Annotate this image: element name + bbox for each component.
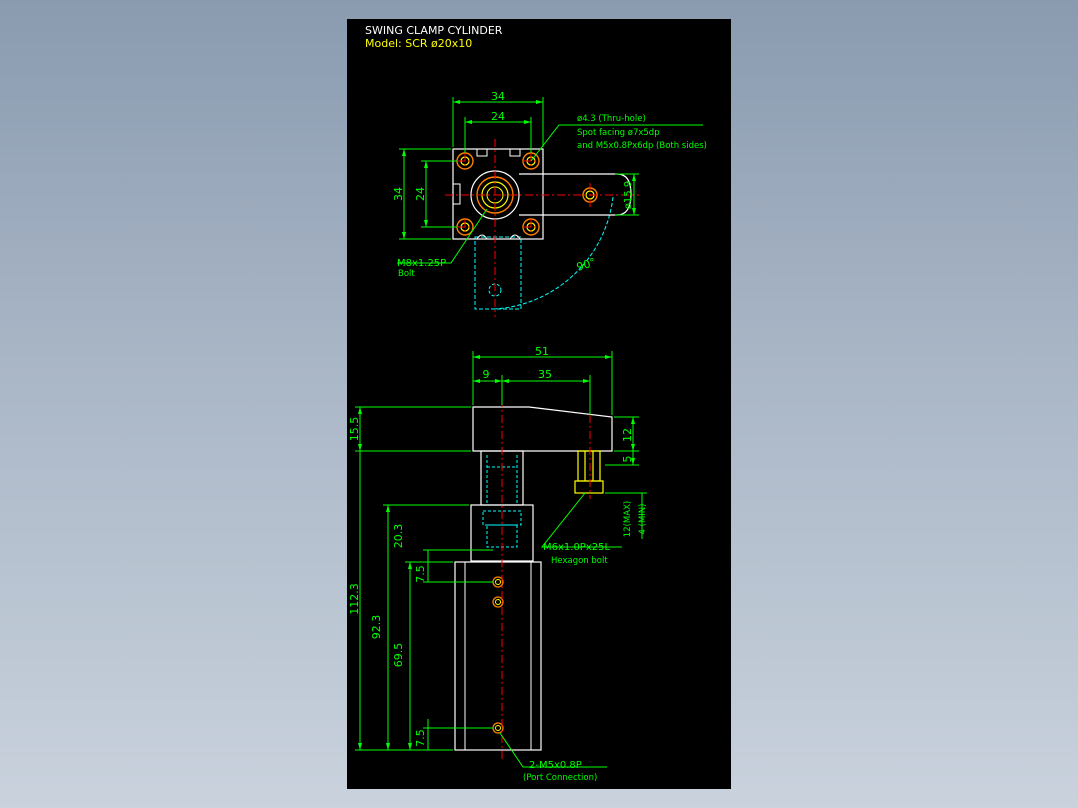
side-slot-left	[453, 183, 461, 205]
arm-hidden-outline	[474, 236, 522, 310]
dim-swing-angle: 90°	[575, 255, 598, 273]
dim-arm-reach: 35	[538, 368, 552, 381]
cad-drawing: SWING CLAMP CYLINDER Model: SCR ø20x10 3…	[348, 24, 707, 783]
note-port-size: 2-M5x0.8P	[529, 760, 582, 771]
hexagon-bolt	[574, 450, 604, 494]
dim-stroke-min: 4 (MIN)	[638, 504, 648, 535]
top-slot-left	[476, 149, 488, 157]
note-thru-hole: ø4.3 (Thru-hole)	[577, 114, 646, 124]
dim-arm-thickness: 12	[621, 428, 634, 442]
note-hex-bolt-size: M6x1.0Px25L	[543, 542, 610, 553]
swing-arc	[493, 196, 614, 310]
side-clamp-arm	[472, 406, 613, 452]
dim-port-top: 7.5	[414, 565, 427, 583]
dim-width-outer: 34	[491, 90, 505, 103]
dim-total-height: 112.3	[348, 583, 361, 615]
dim-stroke-max: 12(MAX)	[623, 501, 633, 537]
dim-bolt-gap: 5	[621, 456, 634, 463]
side-centerlines	[501, 399, 591, 759]
dim-rod-length: 20.3	[392, 524, 405, 549]
dim-arm-diameter: ø15.9	[623, 181, 634, 209]
dim-body-height: 92.3	[370, 615, 383, 640]
dim-total-width: 51	[535, 345, 549, 358]
side-view: 51 9 35 15.5 12 5 12(MAX) 4 (MIN) 20.3 1…	[348, 345, 648, 783]
note-port-label: (Port Connection)	[523, 773, 597, 783]
note-spot-facing: Spot facing ø7x5dp	[577, 128, 660, 138]
model-label: Model: SCR ø20x10	[365, 37, 472, 50]
dim-height-inner: 24	[414, 187, 427, 201]
note-bolt-size: M8x1.25P	[397, 258, 446, 269]
dim-port-pitch: 69.5	[392, 643, 405, 668]
top-view: 34 24 34 24 ø15.9 90° ø4.3 (Thru-hole) S…	[392, 90, 707, 317]
dim-offset: 9	[483, 368, 490, 381]
dim-port-bottom: 7.5	[414, 729, 427, 747]
top-dimension-lines	[397, 97, 703, 264]
note-tap: and M5x0.8Px6dp (Both sides)	[577, 141, 707, 151]
note-hex-bolt-label: Hexagon bolt	[551, 556, 608, 566]
drawing-sheet: SWING CLAMP CYLINDER Model: SCR ø20x10 3…	[347, 19, 731, 789]
side-cylinder-body	[454, 561, 542, 751]
body-square	[452, 148, 544, 240]
dim-height-outer: 34	[392, 187, 405, 201]
top-slot-right	[509, 149, 521, 157]
note-bolt-label: Bolt	[398, 269, 415, 279]
dim-width-inner: 24	[491, 110, 505, 123]
drawing-title: SWING CLAMP CYLINDER	[365, 24, 503, 37]
dim-arm-height: 15.5	[348, 417, 361, 442]
